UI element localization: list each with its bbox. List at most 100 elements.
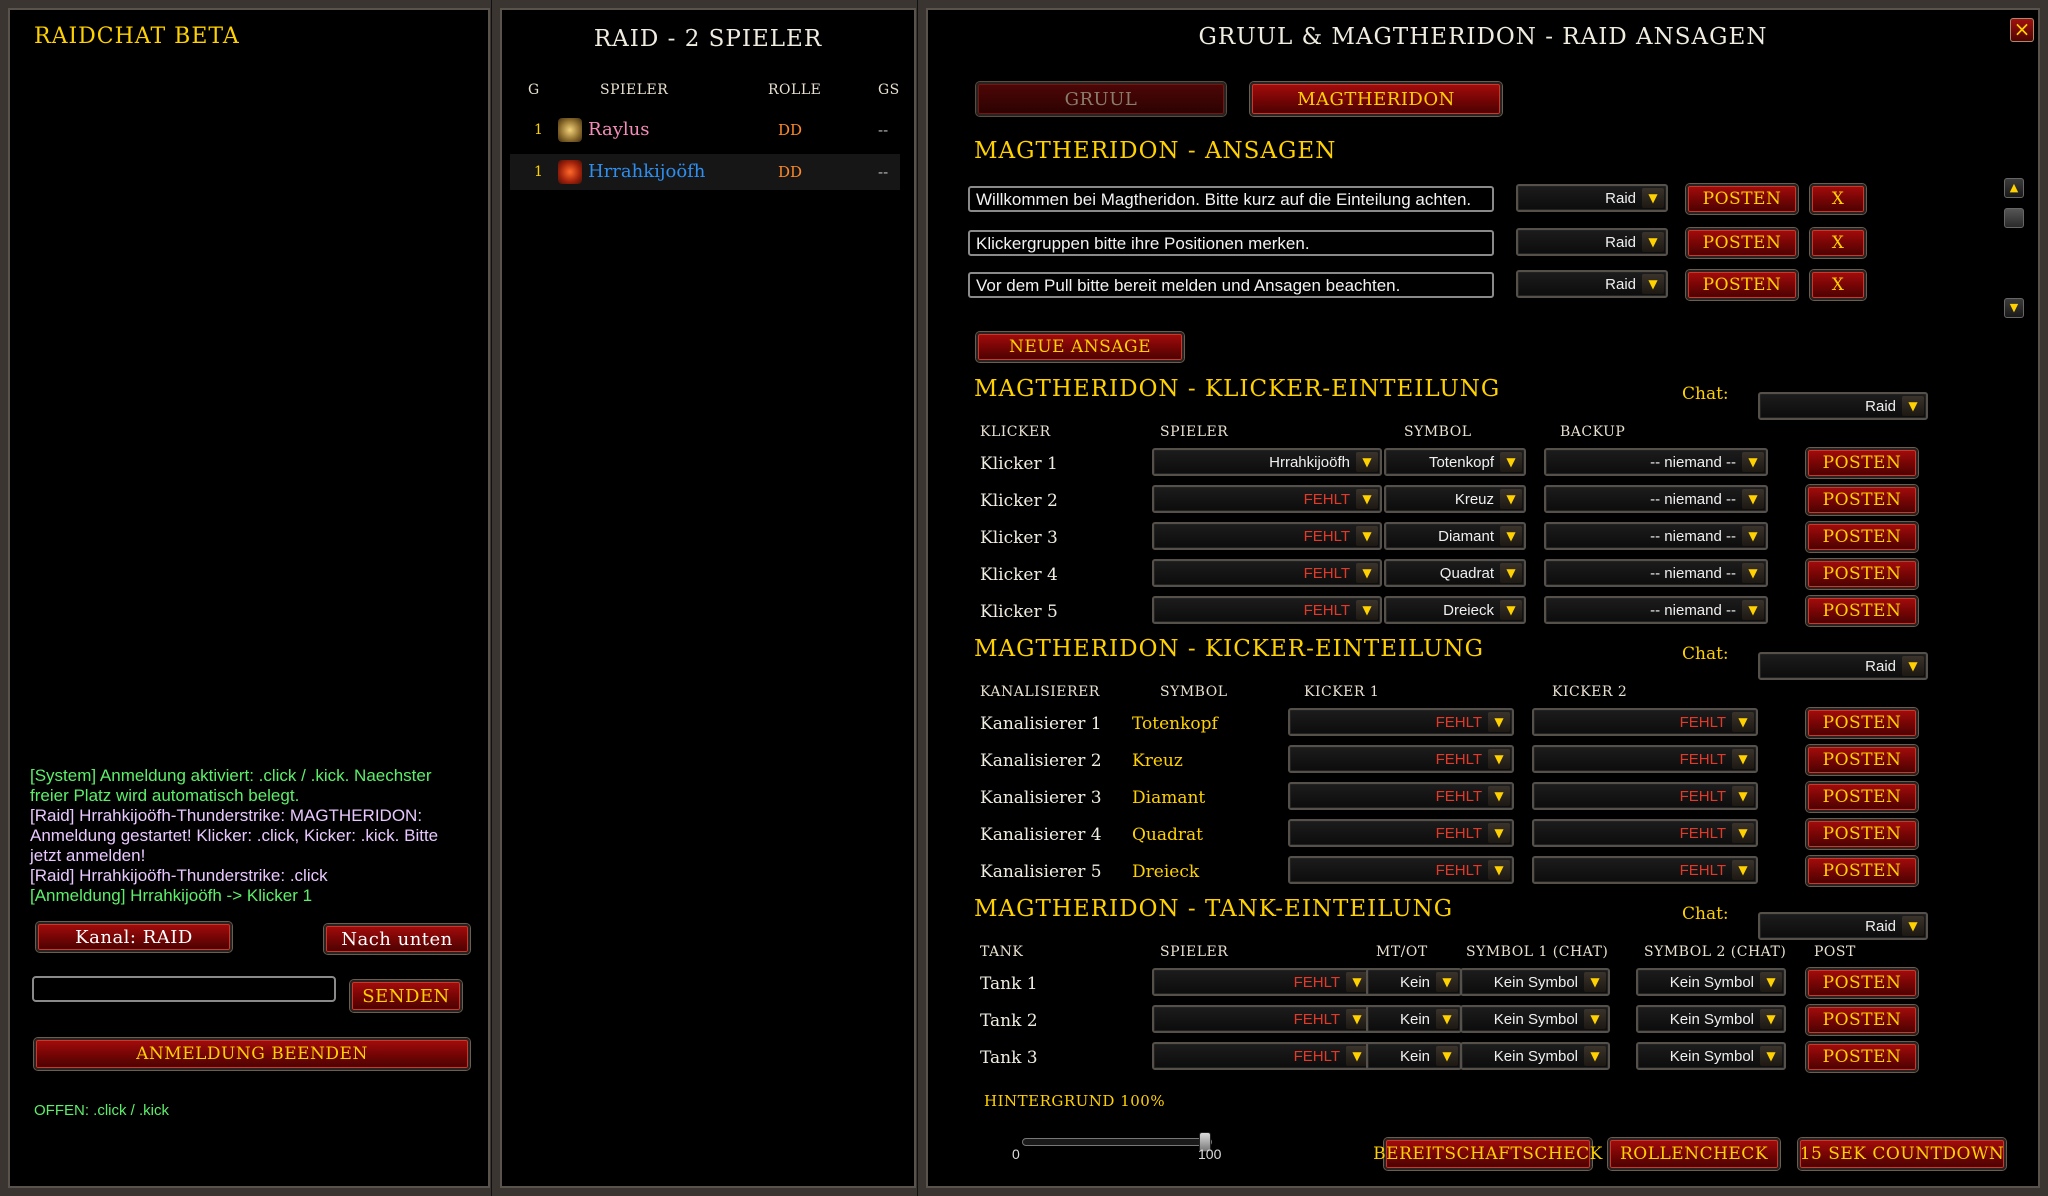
clicker-symbol-dropdown[interactable]: Quadrat ▼ bbox=[1384, 559, 1526, 587]
role-check-button[interactable]: ROLLENCHECK bbox=[1608, 1138, 1780, 1170]
scroll-down-button[interactable]: Nach unten bbox=[324, 924, 470, 954]
close-icon[interactable]: × bbox=[2010, 18, 2034, 42]
scroll-up-icon[interactable]: ▲ bbox=[2004, 178, 2024, 198]
kicker2-dropdown[interactable]: FEHLT ▼ bbox=[1532, 708, 1758, 736]
clicker-player-dropdown[interactable]: FEHLT ▼ bbox=[1152, 485, 1382, 513]
kicker1-dropdown[interactable]: FEHLT ▼ bbox=[1288, 782, 1514, 810]
tab-gruul[interactable]: GRUUL bbox=[976, 82, 1226, 116]
announcement-delete-button-3[interactable]: X bbox=[1810, 270, 1866, 300]
kicker-post-button[interactable]: POSTEN bbox=[1806, 782, 1918, 812]
tank-mtot-dropdown[interactable]: Kein ▼ bbox=[1366, 968, 1462, 996]
kickers-title: MAGTHERIDON - KICKER-EINTEILUNG bbox=[974, 636, 1484, 662]
clickers-chat-label: Chat: bbox=[1682, 384, 1729, 404]
clickers-chat-dropdown[interactable]: Raid ▼ bbox=[1758, 392, 1928, 420]
kicker-symbol: Totenkopf bbox=[1132, 714, 1218, 734]
clicker-post-button[interactable]: POSTEN bbox=[1806, 485, 1918, 515]
countdown-button[interactable]: 15 SEK COUNTDOWN bbox=[1798, 1138, 2006, 1170]
kicker1-dropdown[interactable]: FEHLT ▼ bbox=[1288, 819, 1514, 847]
chevron-down-icon: ▼ bbox=[1488, 786, 1510, 806]
clicker-post-button[interactable]: POSTEN bbox=[1806, 596, 1918, 626]
tank-mtot-dropdown[interactable]: Kein ▼ bbox=[1366, 1005, 1462, 1033]
background-opacity-slider[interactable] bbox=[1022, 1132, 1212, 1152]
clicker-backup-dropdown[interactable]: -- niemand -- ▼ bbox=[1544, 448, 1768, 476]
chat-log: [System] Anmeldung aktiviert: .click / .… bbox=[30, 766, 470, 906]
kicker-post-button[interactable]: POSTEN bbox=[1806, 819, 1918, 849]
tank-row-label: Tank 2 bbox=[980, 1011, 1038, 1031]
announcement-channel-3[interactable]: Raid ▼ bbox=[1516, 270, 1668, 298]
kicker-symbol: Quadrat bbox=[1132, 825, 1203, 845]
tank-symbol1-dropdown[interactable]: Kein Symbol ▼ bbox=[1460, 1005, 1610, 1033]
kicker-symbol: Diamant bbox=[1132, 788, 1206, 808]
announcement-delete-button-1[interactable]: X bbox=[1810, 184, 1866, 214]
tab-magtheridon[interactable]: MAGTHERIDON bbox=[1250, 82, 1502, 116]
announcement-post-button-3[interactable]: POSTEN bbox=[1686, 270, 1798, 300]
tank-player-dropdown[interactable]: FEHLT ▼ bbox=[1152, 1042, 1372, 1070]
clicker-player-dropdown[interactable]: FEHLT ▼ bbox=[1152, 559, 1382, 587]
clicker-backup-dropdown[interactable]: -- niemand -- ▼ bbox=[1544, 522, 1768, 550]
tank-player-dropdown[interactable]: FEHLT ▼ bbox=[1152, 968, 1372, 996]
ready-check-button[interactable]: BEREITSCHAFTSCHECK bbox=[1373, 1138, 1602, 1170]
kicker2-dropdown[interactable]: FEHLT ▼ bbox=[1532, 745, 1758, 773]
clicker-post-button[interactable]: POSTEN bbox=[1806, 522, 1918, 552]
tank-symbol2-dropdown[interactable]: Kein Symbol ▼ bbox=[1636, 1005, 1786, 1033]
tank-post-button[interactable]: POSTEN bbox=[1806, 968, 1918, 998]
kicker2-dropdown[interactable]: FEHLT ▼ bbox=[1532, 782, 1758, 810]
clicker-post-button[interactable]: POSTEN bbox=[1806, 559, 1918, 589]
tank-player-dropdown[interactable]: FEHLT ▼ bbox=[1152, 1005, 1372, 1033]
kicker1-dropdown[interactable]: FEHLT ▼ bbox=[1288, 745, 1514, 773]
raid-row[interactable]: 1 Raylus DD -- bbox=[510, 112, 900, 148]
tank-post-button[interactable]: POSTEN bbox=[1806, 1042, 1918, 1072]
slider-max: 100 bbox=[1198, 1146, 1222, 1162]
chat-input[interactable] bbox=[32, 976, 336, 1002]
announcement-channel-2[interactable]: Raid ▼ bbox=[1516, 228, 1668, 256]
kicker-post-button[interactable]: POSTEN bbox=[1806, 856, 1918, 886]
dropdown-value: FEHLT bbox=[1293, 974, 1340, 991]
end-signup-button[interactable]: ANMELDUNG BEENDEN bbox=[34, 1038, 470, 1070]
dropdown-value: FEHLT bbox=[1679, 825, 1726, 842]
scrollbar-thumb[interactable] bbox=[2004, 208, 2024, 228]
send-button[interactable]: SENDEN bbox=[350, 980, 462, 1012]
announcement-text-1[interactable]: Willkommen bei Magtheridon. Bitte kurz a… bbox=[968, 186, 1494, 212]
announcement-delete-button-2[interactable]: X bbox=[1810, 228, 1866, 258]
dropdown-value: Kein Symbol bbox=[1493, 1048, 1578, 1065]
tank-symbol1-dropdown[interactable]: Kein Symbol ▼ bbox=[1460, 968, 1610, 996]
kicker-post-button[interactable]: POSTEN bbox=[1806, 708, 1918, 738]
clickers-header-player: SPIELER bbox=[1160, 424, 1229, 440]
clicker-backup-dropdown[interactable]: -- niemand -- ▼ bbox=[1544, 485, 1768, 513]
tank-post-button[interactable]: POSTEN bbox=[1806, 1005, 1918, 1035]
channel-button[interactable]: Kanal: RAID bbox=[36, 922, 232, 952]
tank-mtot-dropdown[interactable]: Kein ▼ bbox=[1366, 1042, 1462, 1070]
tank-symbol2-dropdown[interactable]: Kein Symbol ▼ bbox=[1636, 1042, 1786, 1070]
scroll-down-icon[interactable]: ▼ bbox=[2004, 298, 2024, 318]
announcement-text-2[interactable]: Klickergruppen bitte ihre Positionen mer… bbox=[968, 230, 1494, 256]
clicker-player-dropdown[interactable]: FEHLT ▼ bbox=[1152, 596, 1382, 624]
kickers-chat-dropdown[interactable]: Raid ▼ bbox=[1758, 652, 1928, 680]
kicker2-dropdown[interactable]: FEHLT ▼ bbox=[1532, 819, 1758, 847]
announcement-post-button-2[interactable]: POSTEN bbox=[1686, 228, 1798, 258]
clicker-symbol-dropdown[interactable]: Diamant ▼ bbox=[1384, 522, 1526, 550]
kicker-post-button[interactable]: POSTEN bbox=[1806, 745, 1918, 775]
tanks-chat-dropdown[interactable]: Raid ▼ bbox=[1758, 912, 1928, 940]
clicker-symbol-dropdown[interactable]: Dreieck ▼ bbox=[1384, 596, 1526, 624]
kicker2-dropdown[interactable]: FEHLT ▼ bbox=[1532, 856, 1758, 884]
clicker-player-dropdown[interactable]: FEHLT ▼ bbox=[1152, 522, 1382, 550]
kicker1-dropdown[interactable]: FEHLT ▼ bbox=[1288, 856, 1514, 884]
announcement-text-3[interactable]: Vor dem Pull bitte bereit melden und Ans… bbox=[968, 272, 1494, 298]
tanks-header-symbol1: SYMBOL 1 (CHAT) bbox=[1466, 944, 1609, 960]
background-opacity-label: HINTERGRUND 100% bbox=[984, 1092, 1166, 1110]
clicker-symbol-dropdown[interactable]: Kreuz ▼ bbox=[1384, 485, 1526, 513]
raid-header-gs: GS bbox=[878, 82, 900, 98]
new-announcement-button[interactable]: NEUE ANSAGE bbox=[976, 332, 1184, 362]
clicker-backup-dropdown[interactable]: -- niemand -- ▼ bbox=[1544, 596, 1768, 624]
clicker-post-button[interactable]: POSTEN bbox=[1806, 448, 1918, 478]
clicker-player-dropdown[interactable]: Hrrahkijoöfh ▼ bbox=[1152, 448, 1382, 476]
clicker-backup-dropdown[interactable]: -- niemand -- ▼ bbox=[1544, 559, 1768, 587]
announcement-post-button-1[interactable]: POSTEN bbox=[1686, 184, 1798, 214]
clicker-symbol-dropdown[interactable]: Totenkopf ▼ bbox=[1384, 448, 1526, 476]
tank-symbol2-dropdown[interactable]: Kein Symbol ▼ bbox=[1636, 968, 1786, 996]
tank-symbol1-dropdown[interactable]: Kein Symbol ▼ bbox=[1460, 1042, 1610, 1070]
chevron-down-icon: ▼ bbox=[1742, 600, 1764, 620]
kicker1-dropdown[interactable]: FEHLT ▼ bbox=[1288, 708, 1514, 736]
announcement-channel-1[interactable]: Raid ▼ bbox=[1516, 184, 1668, 212]
raid-row[interactable]: 1 Hrrahkijoöfh DD -- bbox=[510, 154, 900, 190]
